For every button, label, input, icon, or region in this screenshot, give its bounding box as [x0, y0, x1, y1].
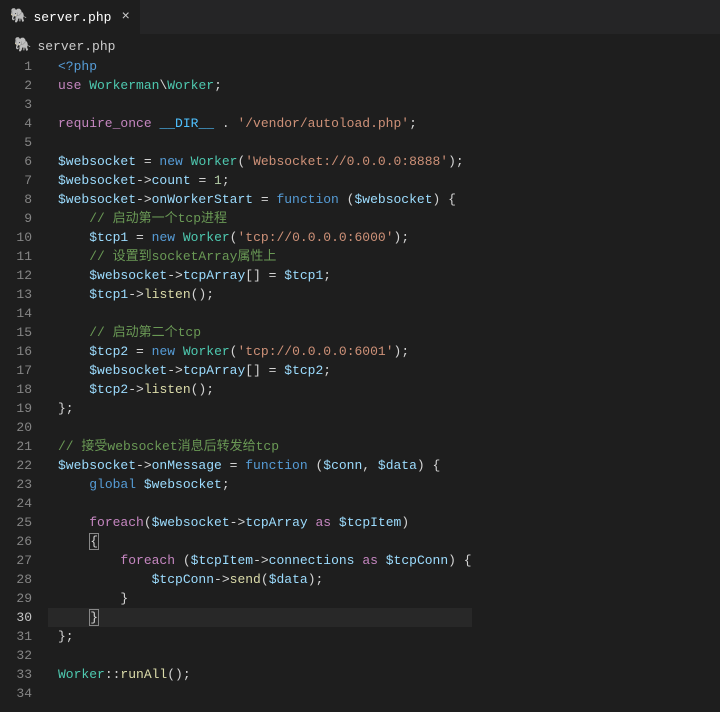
- line-number: 29: [0, 589, 32, 608]
- line-number: 32: [0, 646, 32, 665]
- code-line[interactable]: }: [48, 608, 472, 627]
- code-line[interactable]: $websocket = new Worker('Websocket://0.0…: [58, 152, 472, 171]
- line-number: 17: [0, 361, 32, 380]
- tab-label: server.php: [33, 10, 111, 25]
- code-line[interactable]: // 启动第二个tcp: [58, 323, 472, 342]
- code-line[interactable]: <?php: [58, 57, 472, 76]
- line-number: 16: [0, 342, 32, 361]
- code-line[interactable]: $websocket->onMessage = function ($conn,…: [58, 456, 472, 475]
- line-number: 22: [0, 456, 32, 475]
- line-number: 10: [0, 228, 32, 247]
- code-line[interactable]: {: [58, 532, 472, 551]
- code-line[interactable]: Worker::runAll();: [58, 665, 472, 684]
- line-number: 27: [0, 551, 32, 570]
- line-number: 31: [0, 627, 32, 646]
- line-number: 33: [0, 665, 32, 684]
- code-line[interactable]: [58, 304, 472, 323]
- code-line[interactable]: $tcp1->listen();: [58, 285, 472, 304]
- breadcrumb-file: server.php: [37, 39, 115, 54]
- code-line[interactable]: require_once __DIR__ . '/vendor/autoload…: [58, 114, 472, 133]
- code-line[interactable]: [58, 95, 472, 114]
- line-number: 11: [0, 247, 32, 266]
- line-number: 30: [0, 608, 32, 627]
- line-number: 15: [0, 323, 32, 342]
- code-line[interactable]: $websocket->tcpArray[] = $tcp2;: [58, 361, 472, 380]
- line-number: 25: [0, 513, 32, 532]
- line-number: 28: [0, 570, 32, 589]
- code-line[interactable]: $tcp2 = new Worker('tcp://0.0.0.0:6001')…: [58, 342, 472, 361]
- line-number: 24: [0, 494, 32, 513]
- code-line[interactable]: // 设置到socketArray属性上: [58, 247, 472, 266]
- line-number: 4: [0, 114, 32, 133]
- line-number: 13: [0, 285, 32, 304]
- code-line[interactable]: foreach ($tcpItem->connections as $tcpCo…: [58, 551, 472, 570]
- line-number: 6: [0, 152, 32, 171]
- code-line[interactable]: };: [58, 399, 472, 418]
- line-number: 19: [0, 399, 32, 418]
- editor-tabs-bar: 🐘 server.php ×: [0, 0, 720, 35]
- code-line[interactable]: };: [58, 627, 472, 646]
- code-line[interactable]: foreach($websocket->tcpArray as $tcpItem…: [58, 513, 472, 532]
- line-number: 2: [0, 76, 32, 95]
- line-number: 7: [0, 171, 32, 190]
- line-number: 34: [0, 684, 32, 703]
- line-number: 5: [0, 133, 32, 152]
- code-line[interactable]: global $websocket;: [58, 475, 472, 494]
- line-number: 14: [0, 304, 32, 323]
- line-number: 23: [0, 475, 32, 494]
- tab-server-php[interactable]: 🐘 server.php ×: [0, 0, 141, 34]
- line-number: 12: [0, 266, 32, 285]
- code-line[interactable]: [58, 133, 472, 152]
- breadcrumb[interactable]: 🐘 server.php: [0, 35, 720, 57]
- code-line[interactable]: // 接受websocket消息后转发给tcp: [58, 437, 472, 456]
- code-line[interactable]: }: [58, 589, 472, 608]
- line-number-gutter: 1234567891011121314151617181920212223242…: [0, 57, 48, 703]
- code-content[interactable]: <?phpuse Workerman\Worker; require_once …: [48, 57, 472, 703]
- php-file-icon: 🐘: [10, 10, 27, 24]
- line-number: 8: [0, 190, 32, 209]
- line-number: 3: [0, 95, 32, 114]
- php-file-icon: 🐘: [14, 39, 31, 53]
- line-number: 18: [0, 380, 32, 399]
- code-line[interactable]: [58, 494, 472, 513]
- close-icon[interactable]: ×: [121, 9, 129, 25]
- code-line[interactable]: $websocket->onWorkerStart = function ($w…: [58, 190, 472, 209]
- code-line[interactable]: $tcpConn->send($data);: [58, 570, 472, 589]
- code-line[interactable]: use Workerman\Worker;: [58, 76, 472, 95]
- code-line[interactable]: // 启动第一个tcp进程: [58, 209, 472, 228]
- code-line[interactable]: [58, 418, 472, 437]
- code-line[interactable]: $tcp1 = new Worker('tcp://0.0.0.0:6000')…: [58, 228, 472, 247]
- line-number: 1: [0, 57, 32, 76]
- code-line[interactable]: $websocket->tcpArray[] = $tcp1;: [58, 266, 472, 285]
- line-number: 21: [0, 437, 32, 456]
- code-line[interactable]: [58, 646, 472, 665]
- code-line[interactable]: [58, 684, 472, 703]
- line-number: 26: [0, 532, 32, 551]
- line-number: 9: [0, 209, 32, 228]
- code-line[interactable]: $tcp2->listen();: [58, 380, 472, 399]
- line-number: 20: [0, 418, 32, 437]
- code-editor[interactable]: 1234567891011121314151617181920212223242…: [0, 57, 720, 703]
- code-line[interactable]: $websocket->count = 1;: [58, 171, 472, 190]
